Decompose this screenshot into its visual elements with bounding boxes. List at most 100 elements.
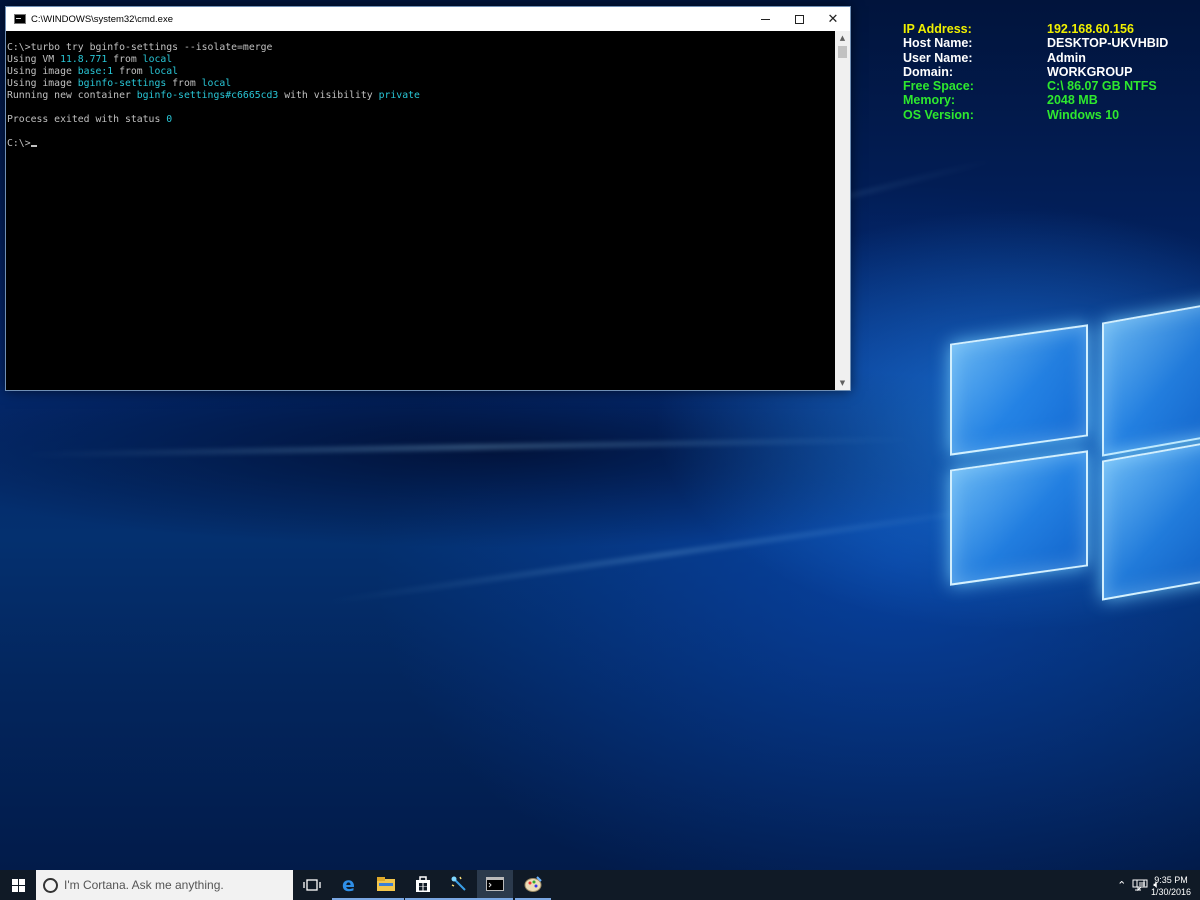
- bginfo-row: Free Space: C:\ 86.07 GB NTFS: [903, 79, 1193, 93]
- console-line: Process exited with status 0: [7, 114, 836, 126]
- show-hidden-icons-chevron-icon[interactable]: ⌃: [1117, 879, 1126, 892]
- console-text: from: [166, 78, 202, 89]
- console-text: Using image: [7, 78, 78, 89]
- console-highlight-text: local: [148, 66, 179, 77]
- file-explorer-button[interactable]: [368, 870, 404, 900]
- bginfo-label: IP Address:: [903, 22, 972, 36]
- cmd-window-icon[interactable]: [14, 14, 26, 24]
- logo-pane: [1102, 301, 1200, 457]
- console-highlight-text: local: [142, 54, 173, 65]
- console-text: from: [113, 66, 149, 77]
- command-prompt-button[interactable]: [477, 870, 513, 900]
- bginfo-row: Host Name: DESKTOP-UKVHBID: [903, 36, 1193, 50]
- windows-start-icon: [11, 878, 25, 892]
- scrollbar-thumb[interactable]: [838, 46, 847, 58]
- light-beam: [19, 436, 920, 458]
- minimize-icon: [760, 18, 770, 20]
- paint-app-icon: [524, 876, 542, 892]
- bginfo-row: OS Version: Windows 10: [903, 108, 1193, 122]
- text-cursor: [30, 145, 37, 147]
- console-text: Running new container: [7, 90, 137, 101]
- console-line: Using image base:1 from local: [7, 66, 836, 78]
- console-text: from: [107, 54, 143, 65]
- bginfo-row: Memory: 2048 MB: [903, 93, 1193, 107]
- start-button[interactable]: [0, 870, 36, 900]
- bginfo-row: IP Address: 192.168.60.156: [903, 22, 1193, 36]
- console-highlight-text: bginfo-settings: [77, 78, 167, 89]
- bginfo-value: 192.168.60.156: [1047, 22, 1134, 36]
- console-line: Running new container bginfo-settings#c6…: [7, 90, 836, 102]
- close-button[interactable]: ✕: [816, 7, 850, 31]
- magic-wand-app-icon: [451, 876, 466, 891]
- scroll-up-arrow-icon[interactable]: ▲: [835, 31, 850, 45]
- logo-pane: [950, 450, 1088, 586]
- console-text: with visibility: [278, 90, 379, 101]
- console-text: Using VM: [7, 54, 61, 65]
- logo-pane: [1102, 439, 1200, 601]
- task-view-icon: [303, 879, 321, 891]
- store-button[interactable]: [405, 870, 441, 900]
- console-output[interactable]: C:\>turbo try bginfo-settings --isolate=…: [6, 31, 836, 390]
- paint-app-button[interactable]: [515, 870, 551, 900]
- console-text: Using image: [7, 66, 78, 77]
- task-view-button[interactable]: [294, 870, 330, 900]
- console-highlight-text: private: [378, 90, 420, 101]
- magic-wand-app-button[interactable]: [441, 870, 477, 900]
- bginfo-value: Windows 10: [1047, 107, 1120, 122]
- bginfo-value: DESKTOP-UKVHBID: [1047, 36, 1169, 51]
- console-line: C:\>turbo try bginfo-settings --isolate=…: [7, 42, 836, 54]
- file-explorer-icon: [377, 877, 395, 891]
- svg-text:e: e: [342, 875, 355, 893]
- console-line: C:\>: [7, 138, 836, 150]
- logo-pane: [950, 324, 1088, 456]
- store-icon: [416, 876, 430, 892]
- command-prompt-icon: [486, 877, 504, 891]
- title-bar[interactable]: C:\WINDOWS\system32\cmd.exe ✕: [6, 7, 850, 31]
- console-highlight-text: bginfo-settings#c6665cd3: [136, 90, 279, 101]
- maximize-button[interactable]: [782, 7, 816, 31]
- edge-icon: e: [342, 875, 355, 893]
- bginfo-value: C:\ 86.07 GB NTFS: [1047, 79, 1157, 94]
- bginfo-panel: IP Address: 192.168.60.156 Host Name: DESKT…: [903, 22, 1193, 122]
- bginfo-value: Admin: [1047, 50, 1086, 65]
- minimize-button[interactable]: [748, 7, 782, 31]
- bginfo-label: Domain:: [903, 64, 953, 79]
- maximize-icon: [794, 14, 804, 24]
- clock-time: 9:35 PM: [1154, 875, 1188, 885]
- bginfo-label: User Name:: [903, 50, 973, 65]
- console-highlight-text: base:1: [77, 66, 114, 77]
- console-text: C:\>: [7, 138, 31, 149]
- console-text: Process exited with status: [7, 114, 167, 125]
- bginfo-label: Memory:: [903, 93, 956, 108]
- taskbar-clock[interactable]: 9:35 PM 1/30/2016: [1150, 874, 1192, 898]
- console-line: Using image bginfo-settings from local: [7, 78, 836, 90]
- cmd-window[interactable]: C:\WINDOWS\system32\cmd.exe ✕ C:\>turbo …: [5, 6, 851, 391]
- edge-button[interactable]: e: [332, 870, 368, 900]
- cortana-icon: [43, 877, 58, 893]
- light-beam: [319, 502, 1014, 606]
- clock-date: 1/30/2016: [1150, 887, 1192, 897]
- bginfo-label: Host Name:: [903, 36, 973, 51]
- bginfo-label: OS Version:: [903, 107, 974, 122]
- taskbar: I'm Cortana. Ask me anything. e ⌃ 🔈︎ 9:3…: [0, 870, 1200, 900]
- console-highlight-text: 0: [166, 114, 173, 125]
- console-highlight-text: local: [201, 78, 232, 89]
- window-title: C:\WINDOWS\system32\cmd.exe: [31, 13, 173, 25]
- console-highlight-text: 11.8.771: [60, 54, 108, 65]
- bginfo-label: Free Space:: [903, 79, 974, 94]
- search-placeholder: I'm Cortana. Ask me anything.: [64, 878, 224, 892]
- console-line: Using VM 11.8.771 from local: [7, 54, 836, 66]
- cortana-search-box[interactable]: I'm Cortana. Ask me anything.: [36, 870, 293, 900]
- action-center-icon[interactable]: [1136, 879, 1148, 891]
- close-icon: ✕: [827, 11, 839, 27]
- bginfo-value: WORKGROUP: [1047, 64, 1133, 79]
- bginfo-row: Domain: WORKGROUP: [903, 65, 1193, 79]
- vertical-scrollbar[interactable]: ▲ ▼: [835, 31, 850, 390]
- bginfo-value: 2048 MB: [1047, 93, 1098, 108]
- windows-logo-graphic: [940, 300, 1200, 601]
- scroll-down-arrow-icon[interactable]: ▼: [835, 376, 850, 390]
- console-text: C:\>turbo try bginfo-settings --isolate=…: [7, 42, 273, 53]
- bginfo-row: User Name: Admin: [903, 51, 1193, 65]
